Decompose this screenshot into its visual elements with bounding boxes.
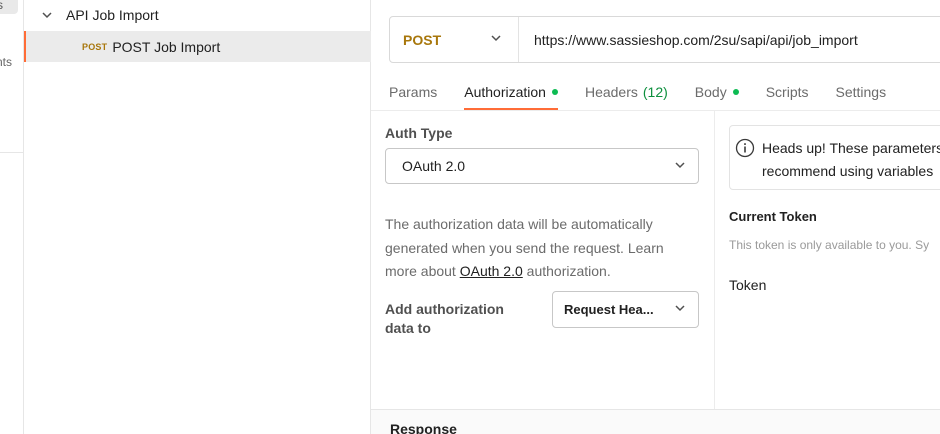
chevron-down-icon xyxy=(674,158,686,174)
add-auth-to-value: Request Hea... xyxy=(564,302,654,317)
url-input[interactable] xyxy=(519,17,940,62)
method-select[interactable]: POST xyxy=(390,17,519,62)
tab-params[interactable]: Params xyxy=(389,74,437,110)
auth-type-label: Auth Type xyxy=(385,125,453,141)
heads-up-notice: Heads up! These parameters recommend usi… xyxy=(729,125,940,190)
oauth-docs-link[interactable]: OAuth 2.0 xyxy=(460,263,523,279)
panel-divider[interactable] xyxy=(714,111,715,409)
auth-type-select[interactable]: OAuth 2.0 xyxy=(385,148,699,184)
current-token-title: Current Token xyxy=(729,209,817,224)
token-hint: This token is only available to you. Sy xyxy=(729,238,930,252)
collection-sidebar: API Job Import POST POST Job Import xyxy=(24,0,371,434)
rail-partial-label[interactable]: nts xyxy=(0,55,12,69)
rail-divider xyxy=(0,152,23,153)
tab-settings[interactable]: Settings xyxy=(836,74,887,110)
auth-config-panel: Auth Type OAuth 2.0 The authorization da… xyxy=(385,111,714,409)
response-label: Response xyxy=(390,421,457,434)
notice-text: Heads up! These parameters recommend usi… xyxy=(762,140,940,179)
token-label: Token xyxy=(729,277,767,293)
tab-scripts[interactable]: Scripts xyxy=(766,74,809,110)
folder-api-job-import[interactable]: API Job Import xyxy=(24,0,371,30)
left-rail: s nts xyxy=(0,0,24,434)
tab-headers[interactable]: Headers (12) xyxy=(585,74,668,110)
method-tag: POST xyxy=(82,41,108,52)
chevron-down-icon xyxy=(674,302,686,317)
tab-label: Settings xyxy=(835,84,887,100)
request-label: POST Job Import xyxy=(112,38,221,55)
method-label: POST xyxy=(403,31,442,48)
tab-label: Authorization xyxy=(464,84,546,100)
status-dot xyxy=(732,89,739,95)
auth-type-value: OAuth 2.0 xyxy=(402,158,466,174)
info-icon xyxy=(735,138,755,158)
add-auth-to-select[interactable]: Request Hea... xyxy=(552,291,699,328)
request-post-job-import[interactable]: POST POST Job Import xyxy=(24,31,371,62)
folder-label: API Job Import xyxy=(66,7,159,23)
add-auth-to-label: Add authorization data to xyxy=(385,301,504,336)
url-bar: POST xyxy=(389,16,940,63)
chevron-down-icon xyxy=(490,31,502,49)
tab-authorization[interactable]: Authorization xyxy=(464,74,558,110)
token-panel: Heads up! These parameters recommend usi… xyxy=(729,111,940,409)
tab-label: Body xyxy=(694,84,727,100)
chevron-down-icon[interactable] xyxy=(40,8,54,22)
rail-top-item[interactable]: s xyxy=(0,0,18,14)
tab-label: Headers xyxy=(584,84,638,100)
tab-count: (12) xyxy=(642,84,668,100)
request-tabs: Params Authorization Headers (12) Body Sc… xyxy=(389,74,913,110)
response-pane[interactable]: Response xyxy=(371,409,940,434)
tab-label: Params xyxy=(389,84,438,100)
request-editor: POST Params Authorization Headers(12) Bo… xyxy=(371,0,940,434)
auth-description: The authorization data will be automatic… xyxy=(385,216,664,279)
tab-label: Scripts xyxy=(765,84,809,100)
status-dot xyxy=(551,89,558,95)
tab-body[interactable]: Body xyxy=(695,74,739,110)
